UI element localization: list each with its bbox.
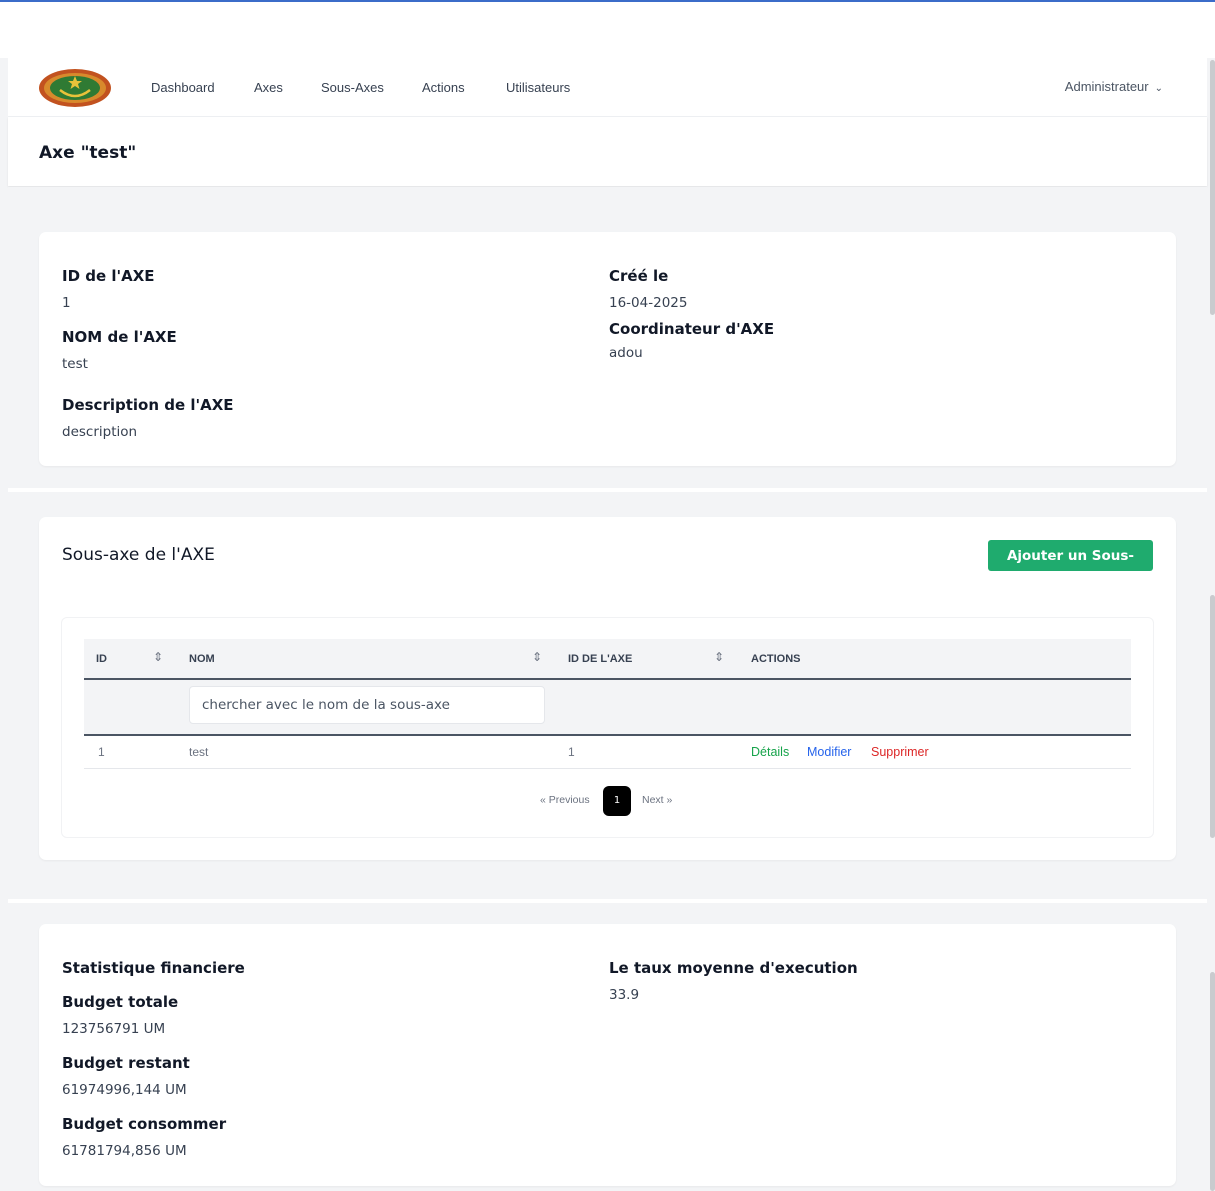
column-header-nom[interactable]: NOM <box>189 653 215 665</box>
table-header: ID ⇕ NOM ⇕ ID DE L'AXE ⇕ ACTIONS <box>84 639 1131 680</box>
budget-rest-value: 61974996,144 UM <box>62 1082 187 1098</box>
nav-actions[interactable]: Actions <box>422 80 465 95</box>
cell-axe-id: 1 <box>568 745 575 759</box>
scrollbar-thumb[interactable] <box>1210 595 1215 838</box>
details-link[interactable]: Détails <box>751 745 789 759</box>
pagination-previous[interactable]: « Previous <box>540 794 590 806</box>
table-row: 1 test 1 Détails Modifier Supprimer <box>84 736 1131 769</box>
created-label: Créé le <box>609 267 669 285</box>
cell-nom: test <box>189 745 209 759</box>
sous-axes-card: Sous-axe de l'AXE Ajouter un Sous-Axe ID… <box>39 517 1176 860</box>
coordinator-label: Coordinateur d'AXE <box>609 320 775 338</box>
add-sous-axe-button[interactable]: Ajouter un Sous-Axe <box>988 540 1153 595</box>
nom-label: NOM de l'AXE <box>62 328 177 346</box>
id-label: ID de l'AXE <box>62 267 155 285</box>
modifier-link[interactable]: Modifier <box>807 745 851 759</box>
budget-total-label: Budget totale <box>62 993 179 1011</box>
search-input[interactable] <box>189 686 545 724</box>
stats-card: Statistique financiere Budget totale 123… <box>39 924 1176 1186</box>
pagination-next[interactable]: Next » <box>642 794 672 806</box>
sort-icon[interactable]: ⇕ <box>153 650 163 664</box>
table-filter-row <box>84 680 1131 736</box>
column-header-id[interactable]: ID <box>96 653 107 665</box>
pagination-current-page[interactable]: 1 <box>603 786 631 816</box>
sort-icon[interactable]: ⇕ <box>714 650 724 664</box>
taux-label: Le taux moyenne d'execution <box>609 959 858 977</box>
user-name: Administrateur <box>1064 79 1149 94</box>
budget-total-value: 123756791 UM <box>62 1021 166 1037</box>
stats-title: Statistique financiere <box>62 959 245 977</box>
sort-icon[interactable]: ⇕ <box>532 650 542 664</box>
nom-value: test <box>62 356 88 372</box>
chevron-down-icon: ⌄ <box>1154 83 1163 94</box>
id-value: 1 <box>62 295 71 311</box>
cell-id: 1 <box>98 745 105 759</box>
nav-utilisateurs[interactable]: Utilisateurs <box>506 80 570 95</box>
nav-sous-axes[interactable]: Sous-Axes <box>321 80 384 95</box>
top-navbar: Dashboard Axes Sous-Axes Actions Utilisa… <box>8 58 1207 117</box>
user-menu[interactable]: Administrateur ⌄ <box>1065 79 1163 94</box>
column-header-actions: ACTIONS <box>751 653 801 665</box>
page-title: Axe "test" <box>39 143 137 163</box>
nav-dashboard[interactable]: Dashboard <box>151 80 215 95</box>
sous-axes-title: Sous-axe de l'AXE <box>62 545 215 565</box>
page-header: Axe "test" <box>8 117 1207 186</box>
taux-value: 33.9 <box>609 987 640 1003</box>
budget-cons-value: 61781794,856 UM <box>62 1143 187 1159</box>
scrollbar-thumb[interactable] <box>1210 60 1215 315</box>
scrollbar-thumb[interactable] <box>1210 972 1215 1191</box>
budget-cons-label: Budget consommer <box>62 1115 227 1133</box>
created-value: 16-04-2025 <box>609 295 688 311</box>
nav-axes[interactable]: Axes <box>254 80 283 95</box>
budget-rest-label: Budget restant <box>62 1054 190 1072</box>
column-header-id-axe[interactable]: ID DE L'AXE <box>568 653 632 665</box>
axe-info-card: ID de l'AXE 1 NOM de l'AXE test Descript… <box>39 232 1176 466</box>
sous-axes-table-container: ID ⇕ NOM ⇕ ID DE L'AXE ⇕ ACTIONS 1 test … <box>61 617 1154 838</box>
coordinator-value: adou <box>609 345 643 361</box>
description-value: description <box>62 424 138 440</box>
description-label: Description de l'AXE <box>62 396 234 414</box>
supprimer-link[interactable]: Supprimer <box>871 745 929 759</box>
top-spacer <box>0 2 1215 58</box>
logo-seal-icon[interactable] <box>38 68 112 112</box>
